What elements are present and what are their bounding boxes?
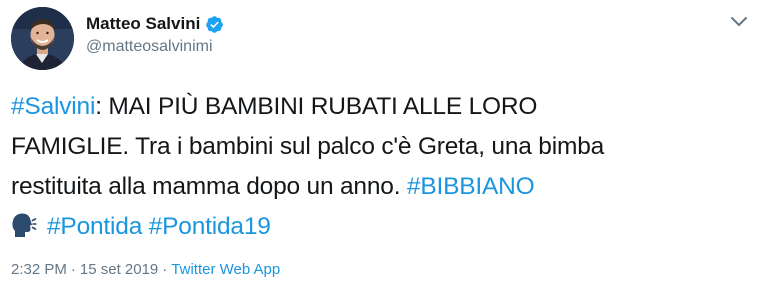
separator-dot: · [70, 261, 76, 278]
tweet-text-segment: restituita alla mamma dopo un anno. [11, 173, 407, 200]
tweet-source-link[interactable]: Twitter Web App [171, 261, 280, 278]
tweet-line-2: FAMIGLIE. Tra i bambini sul palco c'è Gr… [11, 127, 756, 167]
tweet-metadata: 2:32 PM · 15 set 2019 · Twitter Web App [11, 261, 280, 278]
tweet-line-4: #Pontida #Pontida19 [11, 207, 756, 247]
user-handle[interactable]: @matteosalvinimi [86, 38, 213, 56]
tweet-line-3: restituita alla mamma dopo un anno. #BIB… [11, 167, 756, 207]
hashtag-pontida19-link[interactable]: #Pontida19 [149, 213, 271, 240]
tweet-text: #Salvini: MAI PIÙ BAMBINI RUBATI ALLE LO… [11, 87, 756, 247]
tweet-line-1: #Salvini: MAI PIÙ BAMBINI RUBATI ALLE LO… [11, 87, 756, 127]
tweet-text-segment: : MAI PIÙ BAMBINI RUBATI ALLE LORO [95, 93, 538, 120]
separator-dot: · [162, 261, 168, 278]
hashtag-pontida-link[interactable]: #Pontida [47, 213, 142, 240]
display-name[interactable]: Matteo Salvini [86, 14, 200, 34]
tweet-card: Matteo Salvini @matteosalvinimi #Salvini… [0, 0, 767, 296]
tweet-date[interactable]: 15 set 2019 [80, 261, 158, 278]
tweet-text-segment: FAMIGLIE. Tra i bambini sul palco c'è Gr… [11, 133, 605, 160]
hashtag-salvini-link[interactable]: #Salvini [11, 93, 95, 120]
author-name-row[interactable]: Matteo Salvini [86, 11, 224, 37]
verified-badge-icon [205, 15, 224, 34]
avatar[interactable] [11, 7, 74, 70]
tweet-time[interactable]: 2:32 PM [11, 261, 67, 278]
hashtag-bibbiano-link[interactable]: #BIBBIANO [407, 173, 535, 200]
chevron-down-icon[interactable] [729, 14, 749, 28]
speaking-head-icon [11, 211, 37, 239]
